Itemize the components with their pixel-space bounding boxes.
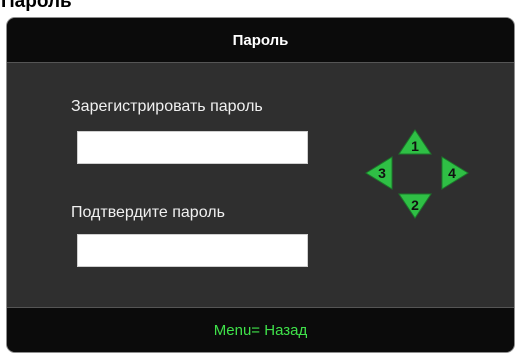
arrow-right-label: 4 xyxy=(448,165,456,181)
arrow-down-button[interactable]: 2 xyxy=(398,193,432,219)
arrow-left-label: 3 xyxy=(378,165,386,181)
password-dialog: Пароль Зарегистрировать пароль Подтверди… xyxy=(6,17,515,353)
window-title: Пароль xyxy=(1,0,72,12)
register-password-label: Зарегистрировать пароль xyxy=(71,98,263,115)
arrow-left-button[interactable]: 3 xyxy=(365,156,393,190)
confirm-password-field[interactable] xyxy=(77,234,308,267)
dialog-header: Пароль xyxy=(7,18,514,63)
dialog-footer: Menu= Назад xyxy=(7,307,514,352)
dialog-title: Пароль xyxy=(232,31,289,49)
arrow-up-button[interactable]: 1 xyxy=(398,129,432,155)
arrow-right-button[interactable]: 4 xyxy=(441,156,469,190)
footer-hint: Menu= Назад xyxy=(213,321,308,339)
arrow-up-label: 1 xyxy=(411,138,419,154)
confirm-password-label: Подтвердите пароль xyxy=(71,204,225,221)
arrow-down-label: 2 xyxy=(411,197,419,213)
arrow-keypad: 1 3 4 2 xyxy=(364,128,474,228)
register-password-field[interactable] xyxy=(77,131,308,164)
